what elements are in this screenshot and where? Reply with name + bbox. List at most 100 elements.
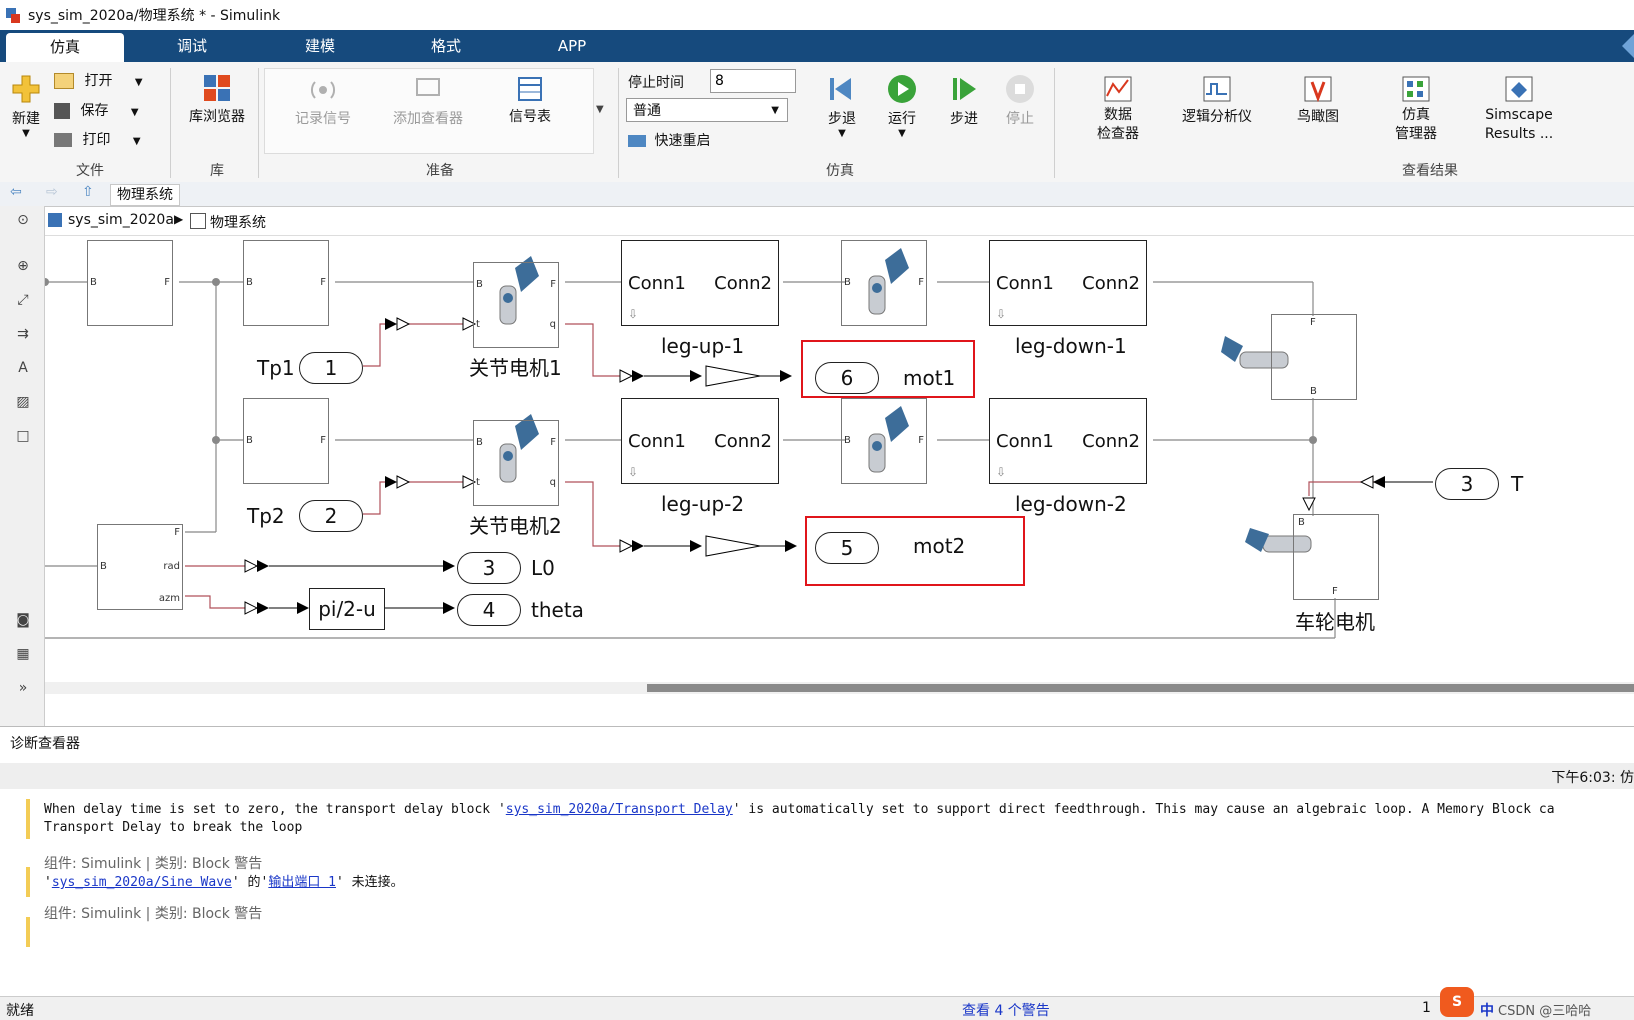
model-browser-icon[interactable]: ▦ [12, 646, 34, 666]
step-forward-button[interactable]: 步进 [944, 74, 984, 128]
stop-time-input[interactable] [710, 69, 796, 93]
watermark: CSDN @三哈哈 [1498, 1004, 1592, 1019]
simscape-results-button[interactable]: Simscape Results ... [1474, 76, 1564, 144]
leg-up-2-subsystem[interactable]: Conn1 Conn2 ⇩ [621, 398, 779, 484]
arrows-icon[interactable]: ⇉ [12, 326, 34, 346]
step-back-button[interactable]: 步退 ▼ [822, 74, 862, 139]
ribbon: 新建 ▼ 打开 ▼ 保存 ▼ 打印 ▼ 文件 库浏览器 库 记录信号 添加查看器… [0, 62, 1634, 183]
gallery-expand-icon[interactable]: ▼ [596, 68, 610, 152]
up-icon[interactable]: ⇧ [82, 184, 94, 200]
outport-4[interactable]: 4 [457, 594, 521, 626]
image-icon[interactable]: ▨ [12, 394, 34, 414]
signal-table-button[interactable]: 信号表 [502, 76, 558, 126]
group-library-label: 库 [210, 163, 224, 179]
model-icon [48, 213, 62, 227]
view-warnings-link[interactable]: 查看 4 个警告 [962, 1000, 1050, 1020]
hide-explorer-icon[interactable]: ⊙ [12, 212, 34, 232]
tp2-label: Tp2 [247, 504, 285, 528]
camera-icon[interactable]: ◙ [12, 612, 34, 632]
port-b-label: B [90, 277, 97, 288]
fcn-block[interactable]: pi/2-u [309, 588, 385, 630]
inport-1[interactable]: 1 [299, 352, 363, 384]
data-inspector-button[interactable]: 数据 检查器 [1086, 76, 1150, 144]
joint-motor-1-block[interactable]: B F t q [473, 262, 559, 348]
tab-app[interactable]: APP [530, 30, 614, 62]
expand-icon[interactable]: » [12, 680, 34, 700]
port-b-label: B [844, 277, 851, 288]
transform-sensor-block[interactable]: B F rad azm [97, 524, 183, 610]
leg-down-2-subsystem[interactable]: Conn1 Conn2 ⇩ [989, 398, 1147, 484]
table-icon [518, 77, 542, 101]
arrow-down-icon: ⇩ [628, 465, 639, 479]
open-label: 打开 [84, 73, 113, 89]
logic-analyzer-button[interactable]: 逻辑分析仪 [1172, 76, 1262, 126]
group-results-label: 查看结果 [1402, 163, 1458, 179]
sine-wave-link[interactable]: sys_sim_2020a/Sine Wave [52, 875, 232, 890]
T-label: T [1511, 472, 1524, 496]
transform-block-1[interactable]: B F [87, 240, 173, 326]
save-icon [54, 103, 70, 119]
msg-text: ' [44, 875, 52, 890]
revolute-joint-2[interactable]: B F [841, 398, 927, 484]
outport-6[interactable]: 6 [815, 362, 879, 394]
tab-modeling[interactable]: 建模 [278, 30, 362, 62]
logic-analyzer-icon [1203, 76, 1231, 102]
tab-format[interactable]: 格式 [404, 30, 488, 62]
back-icon[interactable]: ⇦ [10, 184, 22, 200]
output-port-link[interactable]: 输出端口 1 [268, 875, 336, 890]
warning-marker [26, 867, 30, 897]
inport-2[interactable]: 2 [299, 500, 363, 532]
horizontal-scrollbar-thumb[interactable] [647, 684, 1634, 692]
chevron-right-icon: ▶ [174, 212, 184, 226]
arrow-down-icon: ⇩ [628, 307, 639, 321]
port-f-label: F [550, 279, 556, 290]
annotation-icon[interactable]: A [12, 360, 34, 380]
wheel-motor-block[interactable]: B F [1293, 514, 1379, 600]
sim-manager-button[interactable]: 仿真 管理器 [1386, 76, 1446, 144]
transport-delay-link[interactable]: sys_sim_2020a/Transport Delay [506, 802, 733, 817]
simscape-label-1: Simscape [1485, 107, 1553, 123]
leg-up-2-label: leg-up-2 [661, 492, 745, 516]
chevron-down-icon: ▼ [22, 128, 30, 139]
input-method-icon[interactable]: S [1440, 987, 1474, 1017]
warning-marker [26, 917, 30, 947]
model-tab[interactable]: 物理系统 [110, 184, 180, 206]
area-icon[interactable]: □ [12, 428, 34, 448]
transform-block-3[interactable]: B F [243, 398, 329, 484]
tab-debug[interactable]: 调试 [150, 30, 234, 62]
zoom-icon[interactable]: ⊕ [12, 258, 34, 278]
library-browser-button[interactable]: 库浏览器 [184, 74, 250, 126]
chevron-down-icon: ▼ [130, 107, 139, 118]
warning-meta-1: 组件: Simulink | 类别: Block 警告 [44, 856, 263, 872]
port-f-label: F [918, 277, 924, 288]
model-canvas[interactable]: B F B F B F B F rad azm B F t q 关节电机1 B … [45, 236, 1634, 706]
port-q-label: q [549, 477, 556, 488]
birdseye-button[interactable]: 鸟瞰图 [1290, 76, 1346, 126]
print-button[interactable]: 打印 ▼ [54, 129, 144, 149]
leg-down-1-subsystem[interactable]: Conn1 Conn2 ⇩ [989, 240, 1147, 326]
fit-view-icon[interactable]: ⤢ [12, 292, 34, 312]
sim-mode-select[interactable]: 普通 ▼ [626, 98, 788, 122]
breadcrumb-child[interactable]: 物理系统 [210, 212, 266, 232]
ime-zhong-icon[interactable]: 中 [1480, 1000, 1494, 1020]
open-button[interactable]: 打开 ▼ [54, 70, 144, 90]
revolute-joint-3[interactable]: F B [1271, 314, 1357, 400]
new-button[interactable]: 新建 ▼ [6, 74, 46, 139]
fast-restart-button[interactable]: 快速重启 [628, 130, 710, 150]
collapse-ribbon-icon[interactable] [1614, 34, 1634, 58]
tp1-label: Tp1 [257, 356, 295, 380]
chevron-down-icon: ▼ [771, 105, 779, 116]
transform-block-2[interactable]: B F [243, 240, 329, 326]
outport-5[interactable]: 5 [815, 532, 879, 564]
joint-motor-2-block[interactable]: B F t q [473, 420, 559, 506]
inport-3[interactable]: 3 [1435, 468, 1499, 500]
tab-simulation[interactable]: 仿真 [6, 33, 124, 62]
save-button[interactable]: 保存 ▼ [54, 100, 144, 120]
revolute-joint-1[interactable]: B F [841, 240, 927, 326]
breadcrumb-root[interactable]: sys_sim_2020a [68, 212, 174, 228]
port-t-label: t [476, 319, 480, 330]
warning-marker [26, 799, 30, 839]
leg-up-1-subsystem[interactable]: Conn1 Conn2 ⇩ [621, 240, 779, 326]
run-button[interactable]: 运行 ▼ [882, 74, 922, 139]
outport-3[interactable]: 3 [457, 552, 521, 584]
